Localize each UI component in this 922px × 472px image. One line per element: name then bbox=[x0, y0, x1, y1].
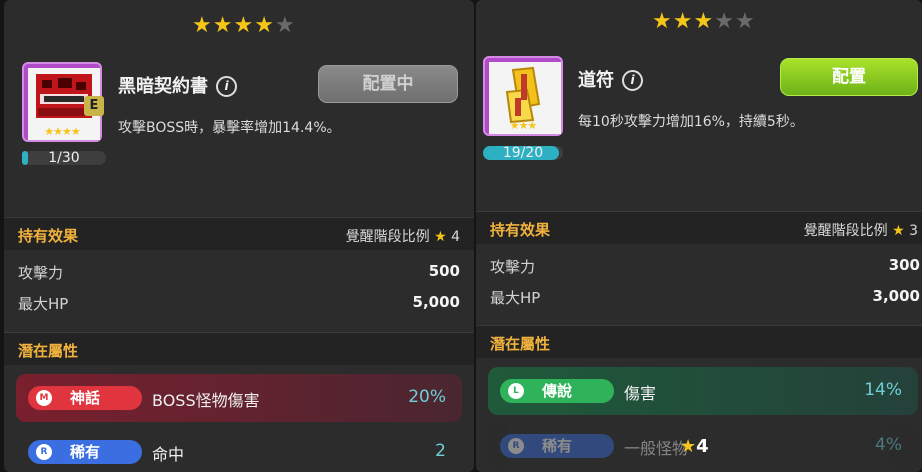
potential-option: 一般怪物 bbox=[624, 439, 689, 458]
potential-option: BOSS怪物傷害 bbox=[152, 391, 260, 410]
potential-row[interactable]: M 神話 BOSS怪物傷害 20% bbox=[16, 374, 462, 422]
star-icon: ★ bbox=[233, 13, 255, 38]
item-name: 黑暗契約書 i bbox=[118, 72, 237, 98]
owned-effect-header: 持有效果 覺醒階段比例 ★ 4 bbox=[4, 217, 474, 250]
potential-value: 2 bbox=[435, 441, 446, 461]
star-rating: ★★★★★ bbox=[652, 10, 756, 34]
potential-value: 14% bbox=[864, 380, 902, 400]
potential-header: 潛在屬性 bbox=[4, 332, 474, 365]
item-count-bar: 19/20 bbox=[483, 146, 563, 160]
star-rating: ★★★★★ bbox=[192, 14, 296, 38]
grade-pill: M 神話 bbox=[28, 386, 142, 410]
star-icon: ★ bbox=[212, 13, 234, 38]
potential-row[interactable]: L 傳說 傷害 14% bbox=[488, 367, 918, 415]
item-count-text: 1/30 bbox=[48, 150, 80, 166]
equip-button[interactable]: 配置 bbox=[780, 58, 918, 96]
owned-effect-title: 持有效果 bbox=[18, 227, 79, 245]
grade-pill: R 稀有 bbox=[28, 440, 142, 464]
stat-row: 最大HP 5,000 bbox=[18, 293, 460, 313]
potential-header: 潛在屬性 bbox=[476, 325, 922, 358]
star-icon: ★ bbox=[672, 9, 694, 34]
star-icon: ★ bbox=[652, 9, 673, 34]
overlay-badge: ★4 bbox=[680, 436, 709, 457]
star-empty-icon: ★ bbox=[714, 9, 735, 34]
item-count-bar: 1/30 bbox=[22, 151, 106, 165]
stat-row: 最大HP 3,000 bbox=[490, 287, 920, 307]
mythic-grade-icon: M bbox=[36, 390, 52, 406]
owned-effect-header: 持有效果 覺醒階段比例 ★ 3 bbox=[476, 211, 922, 244]
equip-button[interactable]: 配置中 bbox=[318, 65, 458, 103]
star-icon: ★ bbox=[892, 223, 905, 239]
potential-option: 傷害 bbox=[624, 384, 657, 403]
legendary-grade-icon: L bbox=[508, 383, 524, 399]
rare-grade-icon: R bbox=[36, 444, 52, 460]
item-description: 每10秒攻擊力增加16%，持續5秒。 bbox=[578, 114, 804, 130]
mini-stars: ★★★ bbox=[509, 119, 538, 132]
potential-title: 潛在屬性 bbox=[490, 335, 551, 353]
item-name: 道符 i bbox=[578, 66, 643, 92]
star-empty-icon: ★ bbox=[274, 13, 296, 38]
potential-title: 潛在屬性 bbox=[18, 342, 79, 360]
info-icon[interactable]: i bbox=[622, 70, 643, 91]
stat-row: 攻擊力 300 bbox=[490, 256, 920, 276]
item-thumbnail[interactable]: ★★★★ E bbox=[22, 62, 104, 142]
star-icon: ★ bbox=[693, 9, 715, 34]
awaken-ratio: 覺醒階段比例 ★ 4 bbox=[345, 229, 460, 245]
mini-stars: ★★★★ bbox=[44, 125, 80, 138]
potential-option: 命中 bbox=[152, 445, 185, 464]
grade-pill: R 稀有 bbox=[500, 434, 614, 458]
potential-value: 4% bbox=[875, 435, 902, 455]
item-thumbnail[interactable]: ★★★ bbox=[483, 56, 563, 136]
star-icon: ★ bbox=[192, 13, 213, 38]
star-icon: ★ bbox=[254, 13, 275, 38]
grade-badge: E bbox=[84, 96, 104, 116]
grade-pill: L 傳說 bbox=[500, 379, 614, 403]
info-icon[interactable]: i bbox=[216, 76, 237, 97]
star-icon: ★ bbox=[434, 229, 447, 245]
potential-row[interactable]: R 稀有 命中 2 bbox=[16, 428, 462, 472]
potential-value: 20% bbox=[408, 387, 446, 407]
stat-row: 攻擊力 500 bbox=[18, 262, 460, 282]
star-icon: ★ bbox=[680, 436, 697, 457]
owned-effect-title: 持有效果 bbox=[490, 221, 551, 239]
star-empty-icon: ★ bbox=[734, 9, 756, 34]
card-talisman: ★★★★★ ★★★ 19/20 道符 i 每10秒攻擊力增加16%，持續5秒。 配… bbox=[476, 0, 922, 472]
item-count-text: 19/20 bbox=[502, 145, 544, 161]
awaken-ratio: 覺醒階段比例 ★ 3 bbox=[803, 223, 918, 239]
card-dark-contract: ★★★★★ ★★★★ E 1/30 黑暗契約書 i 攻擊BOSS時，暴擊率增加14… bbox=[4, 0, 474, 472]
item-description: 攻擊BOSS時，暴擊率增加14.4%。 bbox=[118, 120, 341, 136]
rare-grade-icon: R bbox=[508, 438, 524, 454]
